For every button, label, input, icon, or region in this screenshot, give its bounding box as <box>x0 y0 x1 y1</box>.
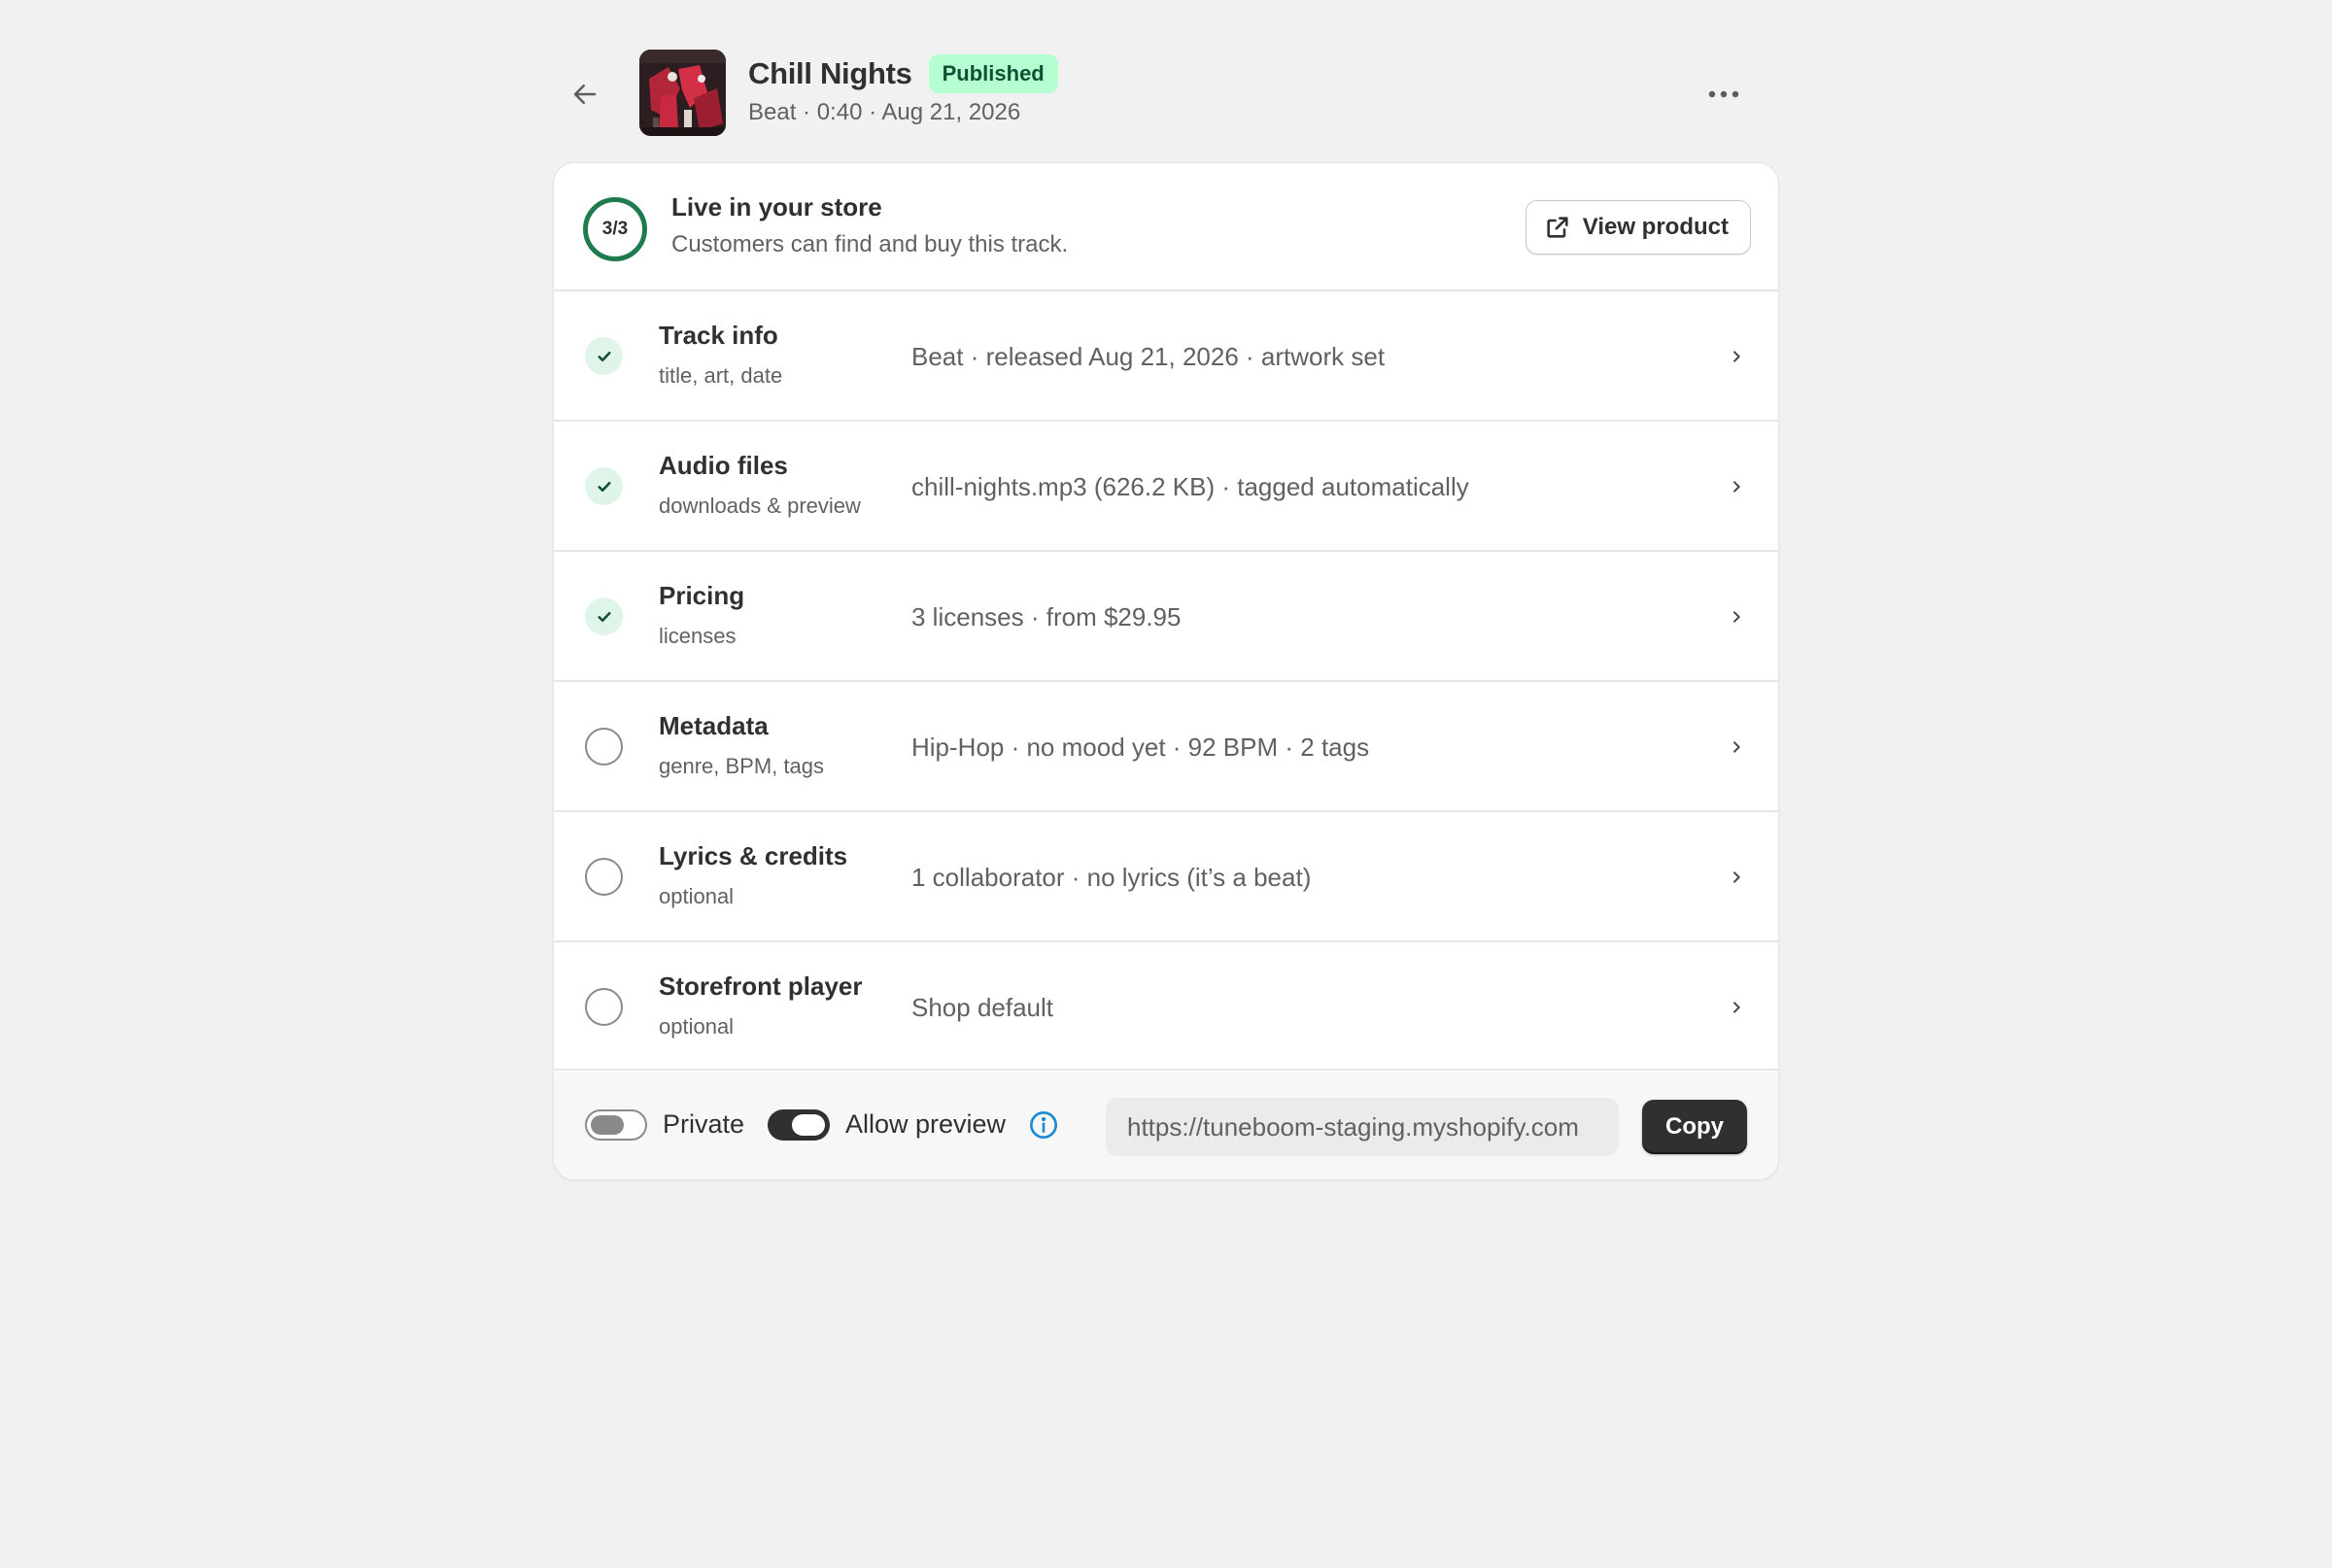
copy-url-button[interactable]: Copy <box>1642 1100 1747 1154</box>
step-summary: Beat · released Aug 21, 2026 · artwork s… <box>911 342 1386 371</box>
share-url-field[interactable] <box>1106 1098 1619 1156</box>
external-link-icon <box>1547 217 1568 238</box>
checkmark-icon <box>597 611 611 622</box>
step-incomplete-indicator <box>585 728 623 766</box>
step-summary: 1 collaborator · no lyrics (it’s a beat) <box>911 863 1312 892</box>
chevron-right-icon <box>1722 993 1751 1022</box>
step-hint: licenses <box>659 624 737 648</box>
step-row-track-info[interactable]: Track info title, art, date Beat · relea… <box>554 291 1778 422</box>
step-row-storefront-player[interactable]: Storefront player optional Shop default <box>554 942 1778 1071</box>
status-badge: Published <box>928 54 1058 93</box>
status-title: Live in your store <box>671 192 882 222</box>
step-title: Lyrics & credits <box>659 841 848 870</box>
private-label: Private <box>663 1109 745 1139</box>
chevron-right-icon <box>1722 342 1751 371</box>
step-complete-indicator <box>585 337 623 375</box>
info-icon[interactable] <box>1028 1109 1059 1141</box>
track-page: Chill Nights Published Beat · 0:40 · Aug… <box>553 45 1779 1180</box>
step-hint: downloads & preview <box>659 494 861 518</box>
step-hint: title, art, date <box>659 363 783 388</box>
chevron-right-icon <box>1722 733 1751 762</box>
step-title: Metadata <box>659 711 769 740</box>
allow-preview-toggle[interactable] <box>768 1109 830 1141</box>
artwork-image <box>639 50 726 136</box>
step-title: Storefront player <box>659 971 863 1001</box>
step-row-pricing[interactable]: Pricing licenses 3 licenses · from $29.9… <box>554 552 1778 682</box>
progress-ring: 3/3 <box>583 197 647 261</box>
step-hint: genre, BPM, tags <box>659 754 824 778</box>
view-product-button[interactable]: View product <box>1525 200 1751 255</box>
share-footer: Private Allow preview Copy <box>554 1073 1778 1179</box>
checkmark-icon <box>597 351 611 361</box>
allow-preview-label: Allow preview <box>845 1109 1007 1139</box>
step-row-lyrics-credits[interactable]: Lyrics & credits optional 1 collaborator… <box>554 812 1778 942</box>
arrow-left-icon <box>573 85 597 104</box>
step-title: Audio files <box>659 451 788 480</box>
more-horizontal-icon <box>1708 90 1739 98</box>
track-setup-card: 3/3 Live in your store Customers can fin… <box>553 162 1779 1180</box>
step-complete-indicator <box>585 597 623 635</box>
page-header: Chill Nights Published Beat · 0:40 · Aug… <box>553 45 1779 161</box>
step-summary: Hip-Hop · no mood yet · 92 BPM · 2 tags <box>911 733 1370 762</box>
more-actions-button[interactable] <box>1701 72 1746 117</box>
checkmark-icon <box>597 481 611 492</box>
view-product-label: View product <box>1582 214 1729 240</box>
step-incomplete-indicator <box>585 988 623 1026</box>
track-subtitle: Beat · 0:40 · Aug 21, 2026 <box>748 99 1021 125</box>
chevron-right-icon <box>1722 602 1751 631</box>
step-hint: optional <box>659 1014 735 1039</box>
chevron-right-icon <box>1722 472 1751 501</box>
chevron-right-icon <box>1722 863 1751 892</box>
step-complete-indicator <box>585 467 623 505</box>
title-row: Chill Nights Published <box>748 54 1058 93</box>
step-row-metadata[interactable]: Metadata genre, BPM, tags Hip-Hop · no m… <box>554 682 1778 812</box>
track-artwork[interactable] <box>639 50 726 136</box>
step-summary: 3 licenses · from $29.95 <box>911 602 1182 631</box>
status-description: Customers can find and buy this track. <box>671 231 1069 257</box>
step-title: Track info <box>659 321 778 350</box>
step-hint: optional <box>659 884 735 908</box>
toggle-knob <box>591 1115 624 1135</box>
page-title: Chill Nights <box>748 56 912 90</box>
step-summary: Shop default <box>911 993 1054 1022</box>
toggle-knob <box>792 1114 825 1136</box>
step-incomplete-indicator <box>585 858 623 896</box>
store-status-row: 3/3 Live in your store Customers can fin… <box>554 163 1778 291</box>
step-row-audio-files[interactable]: Audio files downloads & preview chill-ni… <box>554 422 1778 552</box>
step-summary: chill-nights.mp3 (626.2 KB) · tagged aut… <box>911 472 1469 501</box>
back-button[interactable] <box>563 72 607 117</box>
step-title: Pricing <box>659 581 745 610</box>
private-toggle[interactable] <box>585 1109 647 1141</box>
